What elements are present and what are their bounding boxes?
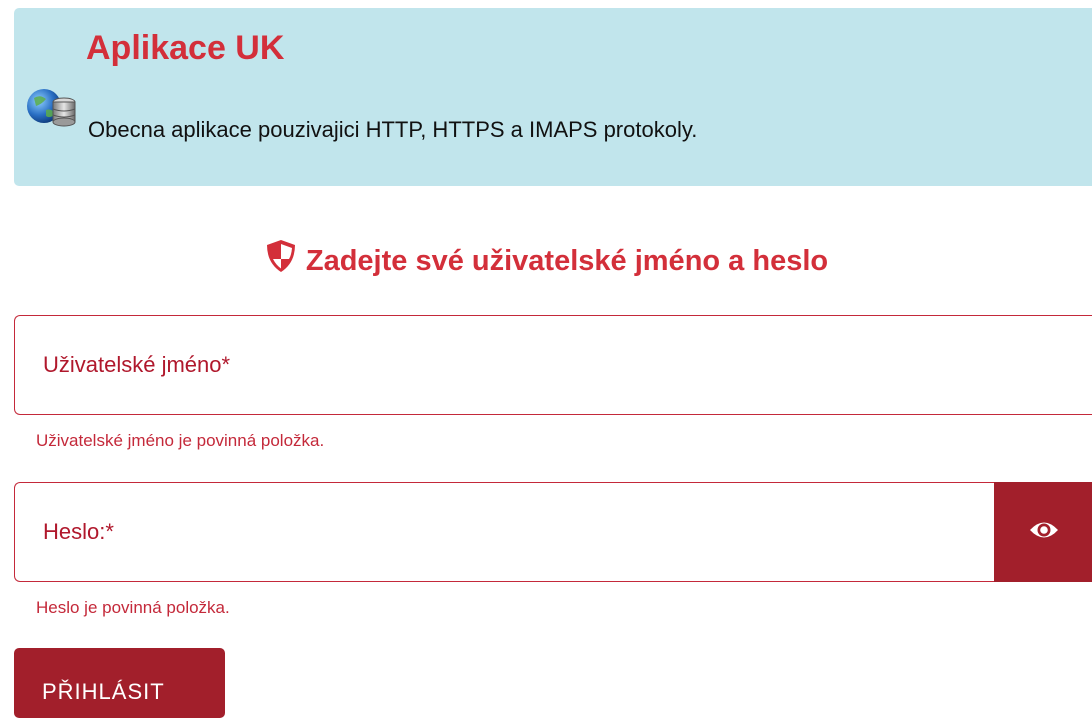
show-password-button[interactable]	[994, 482, 1092, 582]
login-heading-text: Zadejte své uživatelské jméno a heslo	[305, 245, 829, 277]
username-field[interactable]	[14, 315, 1092, 415]
app-description: Obecna aplikace pouzivajici HTTP, HTTPS …	[88, 117, 698, 142]
app-title: Aplikace UK	[86, 29, 285, 67]
username-error: Uživatelské jméno je povinná položka.	[36, 431, 325, 450]
app-info-banner: Aplikace UK Obecna aplikace pouzivajici …	[14, 8, 1092, 186]
login-heading: Zadejte své uživatelské jméno a heslo	[0, 238, 1092, 281]
password-input[interactable]	[15, 483, 1092, 581]
username-input[interactable]	[15, 316, 1092, 414]
eye-icon	[1029, 519, 1059, 546]
password-field[interactable]	[14, 482, 1092, 582]
globe-database-icon	[24, 84, 88, 132]
shield-icon	[264, 238, 298, 274]
password-error: Heslo je povinná položka.	[36, 598, 230, 617]
